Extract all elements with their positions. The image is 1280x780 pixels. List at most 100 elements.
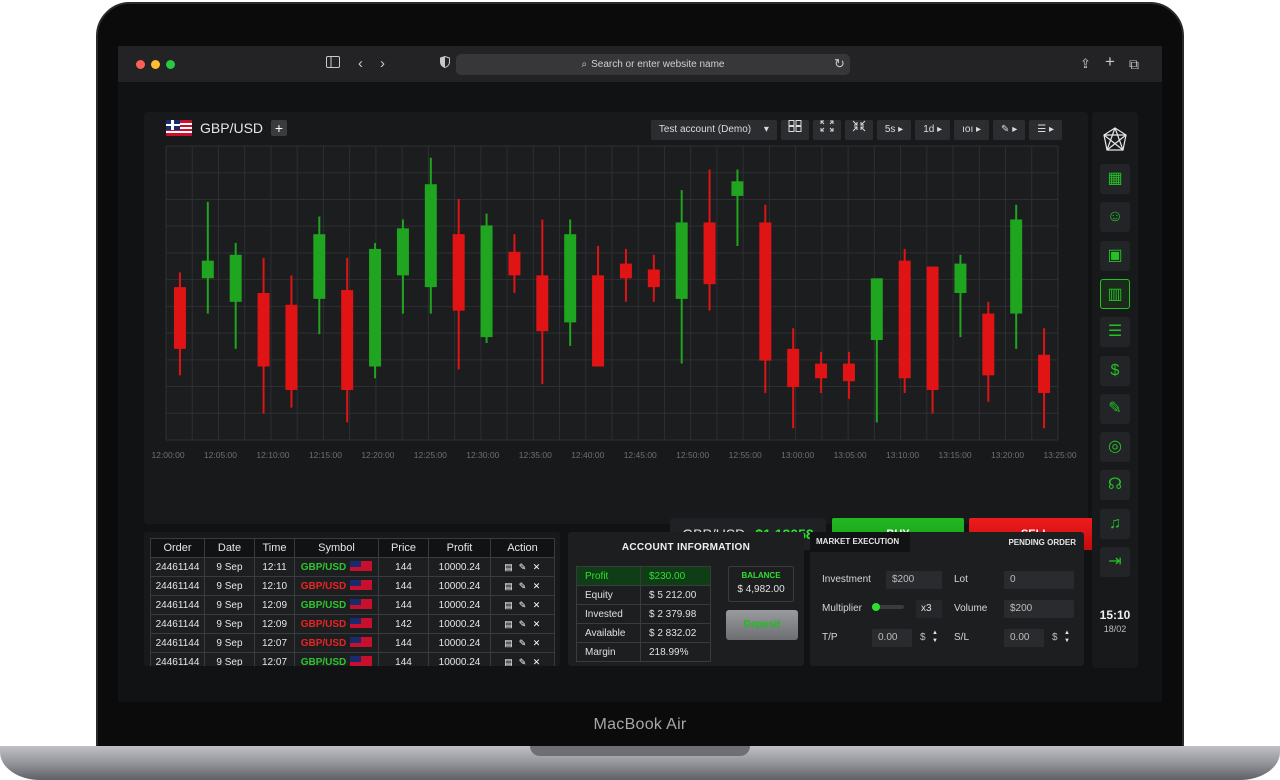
table-row[interactable]: 24461144 9 Sep 12:10 GBP/USD 144 10000.24 ▤ ✎ ✕ [150, 576, 555, 596]
column-header[interactable]: Order [150, 538, 205, 558]
close-icon[interactable]: ✕ [530, 657, 544, 667]
chevron-down-icon[interactable]: ▼ [1060, 637, 1074, 645]
close-icon[interactable]: ✕ [530, 638, 544, 649]
multiplier-value[interactable]: x3 [916, 600, 942, 618]
range-select[interactable]: 1d ▸ [915, 120, 951, 140]
volume-input[interactable]: $200 [1004, 600, 1074, 618]
x-tick-label: 13:25:00 [1043, 450, 1076, 460]
sidebar-item-globe[interactable]: ◎ [1100, 432, 1130, 463]
take-profit-stepper[interactable]: ▲ ▼ [928, 629, 942, 647]
minimize-window-dot[interactable] [151, 60, 160, 69]
multiplier-slider-knob[interactable] [872, 603, 880, 611]
tab-pending-order[interactable]: PENDING ORDER [1008, 532, 1076, 552]
deposit-button[interactable]: Deposit [726, 610, 798, 640]
chart-settings-select[interactable]: ☰ ▸ [1029, 120, 1062, 140]
x-tick-label: 12:30:00 [466, 450, 499, 460]
share-icon[interactable]: ⇪ [1080, 55, 1091, 73]
column-header[interactable]: Symbol [294, 538, 379, 558]
add-pair-button[interactable]: + [271, 120, 288, 136]
sidebar-item-support[interactable]: ☊ [1100, 470, 1130, 501]
table-row[interactable]: 24461144 9 Sep 12:07 GBP/USD 144 10000.24 ▤ ✎ ✕ [150, 652, 555, 667]
address-bar[interactable]: ⌕ Search or enter website name [456, 54, 850, 75]
x-tick-label: 12:50:00 [676, 450, 709, 460]
reload-icon[interactable]: ↻ [834, 55, 845, 73]
order-time: 12:09 [261, 599, 288, 611]
comment-icon[interactable]: ▤ [502, 657, 516, 667]
edit-icon[interactable]: ✎ [516, 562, 530, 573]
edit-icon[interactable]: ✎ [516, 638, 530, 649]
column-header[interactable]: Action [490, 538, 555, 558]
order-price: 144 [395, 599, 412, 611]
comment-icon[interactable]: ▤ [502, 600, 516, 611]
close-icon[interactable]: ✕ [530, 600, 544, 611]
comment-icon[interactable]: ▤ [502, 562, 516, 573]
chevron-up-icon[interactable]: ▲ [928, 629, 942, 637]
layout-grid-button[interactable] [780, 120, 809, 140]
chevron-down-icon[interactable]: ▼ [928, 637, 942, 645]
fullscreen-button[interactable] [812, 120, 841, 140]
order-price-cell: 144 [378, 652, 429, 666]
privacy-shield-icon[interactable] [440, 55, 450, 73]
candle-down [619, 263, 632, 279]
take-profit-input[interactable]: 0.00 [872, 629, 912, 647]
edit-icon[interactable]: ✎ [516, 657, 530, 667]
indicators-select[interactable]: ıoı ▸ [954, 120, 990, 140]
edit-icon[interactable]: ✎ [516, 600, 530, 611]
tabs-overview-icon[interactable]: ⧉ [1129, 55, 1139, 73]
candlestick-chart[interactable]: 12:00:00 12:05:00 12:10:00 12:15:00 12:20:00… [144, 112, 1088, 512]
order-symbol-cell: GBP/USD [294, 633, 379, 653]
sidebar-item-chart[interactable]: ▥ [1100, 278, 1130, 309]
x-tick-label: 12:20:00 [361, 450, 394, 460]
back-icon[interactable]: ‹ [358, 55, 363, 73]
minimize-chart-button[interactable] [844, 120, 873, 140]
order-time-cell: 12:07 [254, 652, 295, 666]
lot-input[interactable]: 0 [1004, 571, 1074, 589]
column-header[interactable]: Time [254, 538, 295, 558]
balance-value: $ 4,982.00 [737, 584, 785, 595]
comment-icon[interactable]: ▤ [502, 638, 516, 649]
column-header[interactable]: Profit [428, 538, 491, 558]
sidebar-item-documents[interactable]: ☰ [1100, 317, 1130, 348]
investment-input[interactable]: $200 [886, 571, 942, 589]
table-row[interactable]: 24461144 9 Sep 12:09 GBP/USD 142 10000.24 ▤ ✎ ✕ [150, 614, 555, 634]
order-order-cell: 24461144 [150, 614, 205, 634]
candle-up [870, 278, 883, 341]
sidebar-icon[interactable] [326, 55, 340, 73]
order-date: 9 Sep [216, 561, 243, 573]
table-row[interactable]: 24461144 9 Sep 12:09 GBP/USD 144 10000.24 ▤ ✎ ✕ [150, 595, 555, 615]
sidebar-item-wallet[interactable]: ▣ [1100, 240, 1130, 271]
candle-down [815, 363, 828, 379]
edit-icon[interactable]: ✎ [516, 619, 530, 630]
stop-loss-stepper[interactable]: ▲ ▼ [1060, 629, 1074, 647]
order-price-cell: 144 [378, 595, 429, 615]
zoom-window-dot[interactable] [166, 60, 175, 69]
sidebar-item-exchange[interactable]: $ [1100, 355, 1130, 386]
close-icon[interactable]: ✕ [530, 581, 544, 592]
forward-icon[interactable]: › [380, 55, 385, 73]
close-icon[interactable]: ✕ [530, 562, 544, 573]
sidebar-item-edit[interactable]: ✎ [1100, 393, 1130, 424]
new-tab-icon[interactable]: + [1105, 53, 1115, 71]
interval-select[interactable]: 5s ▸ [876, 120, 912, 140]
comment-icon[interactable]: ▤ [502, 619, 516, 630]
table-row[interactable]: 24461144 9 Sep 12:11 GBP/USD 144 10000.24 ▤ ✎ ✕ [150, 557, 555, 577]
stop-loss-input[interactable]: 0.00 [1004, 629, 1044, 647]
edit-icon[interactable]: ✎ [516, 581, 530, 592]
chevron-up-icon[interactable]: ▲ [1060, 629, 1074, 637]
table-row[interactable]: 24461144 9 Sep 12:07 GBP/USD 144 10000.24 ▤ ✎ ✕ [150, 633, 555, 653]
account-select[interactable]: Test account (Demo) ▾ [650, 120, 777, 140]
candle-up [313, 234, 326, 299]
candle-down [759, 222, 772, 361]
close-icon[interactable]: ✕ [530, 619, 544, 630]
close-window-dot[interactable] [136, 60, 145, 69]
draw-tools-select[interactable]: ✎ ▸ [993, 120, 1026, 140]
sidebar-item-logout[interactable]: ⇥ [1100, 547, 1130, 577]
order-symbol: GBP/USD [300, 638, 347, 649]
column-header[interactable]: Date [204, 538, 255, 558]
sidebar-item-bell[interactable]: ♫ [1100, 508, 1130, 539]
sidebar-item-dashboard[interactable]: ▦ [1100, 164, 1130, 194]
comment-icon[interactable]: ▤ [502, 581, 516, 592]
column-header[interactable]: Price [378, 538, 429, 558]
tab-market-execution[interactable]: MARKET EXECUTION [810, 532, 910, 552]
sidebar-item-profile[interactable]: ☺ [1100, 202, 1130, 233]
